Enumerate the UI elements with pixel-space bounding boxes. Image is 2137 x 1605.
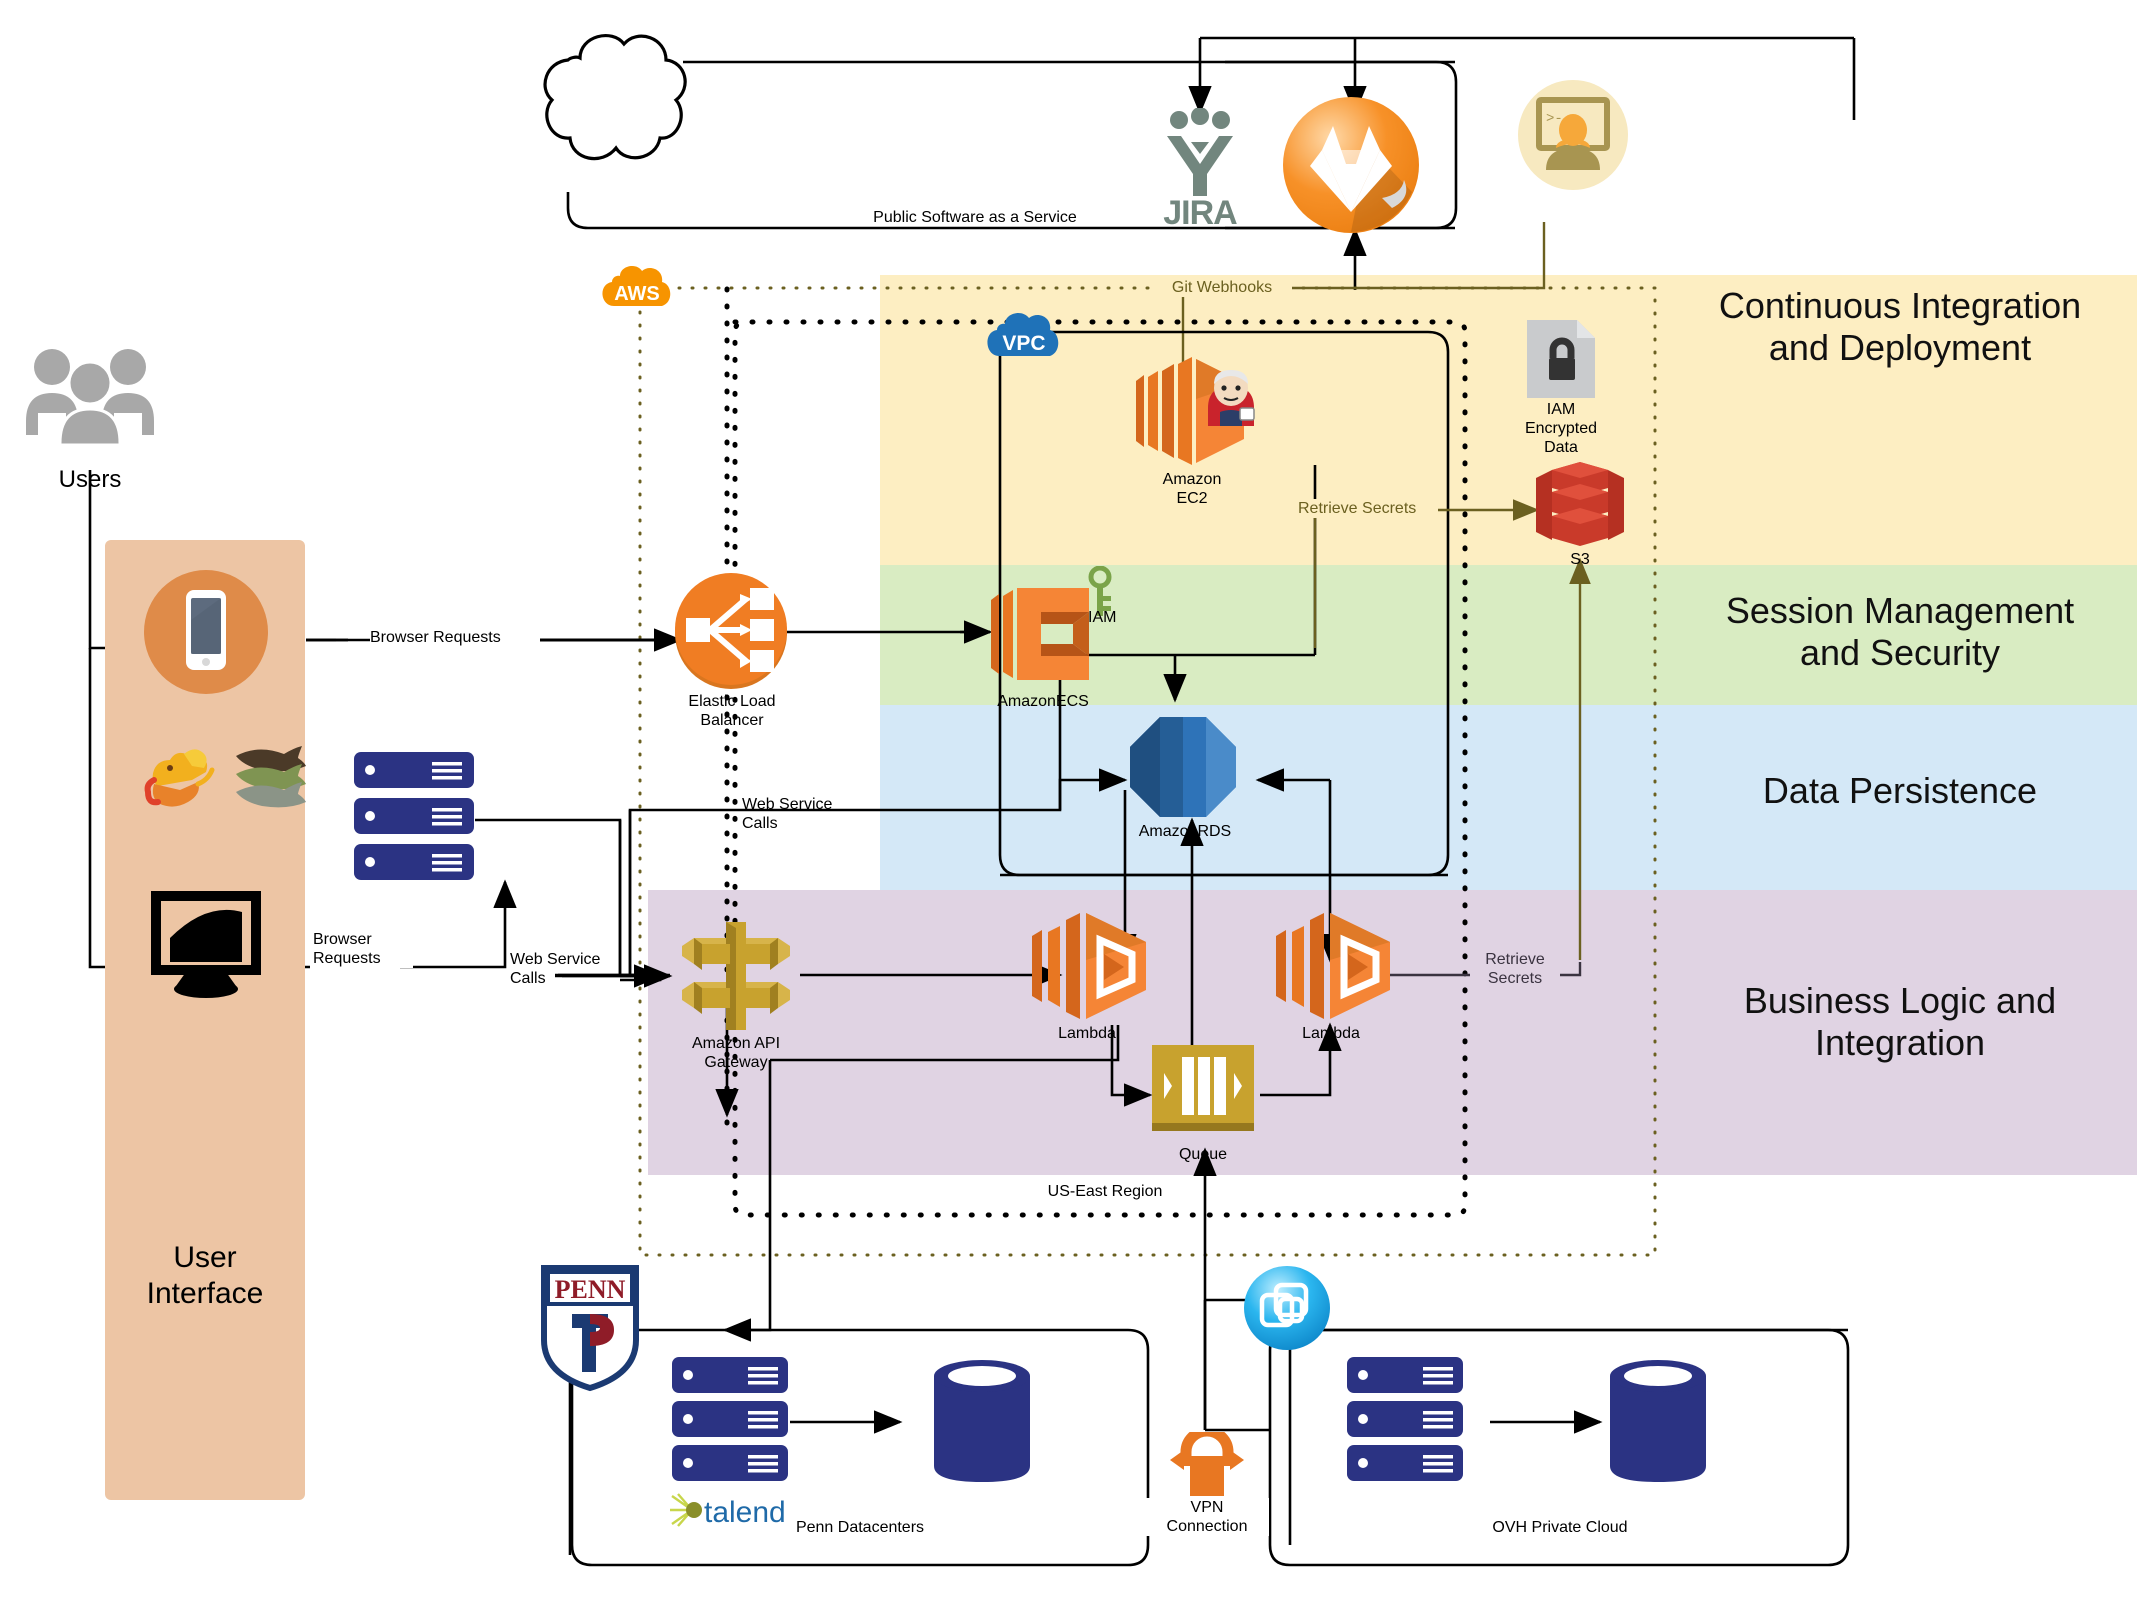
aws-badge-icon: AWS <box>598 262 676 320</box>
cloud-outline-icon <box>543 34 687 161</box>
jira-label: JIRA <box>1163 194 1237 232</box>
penn-datacenters-label: Penn Datacenters <box>795 1519 925 1536</box>
us-east-region-label: US-East Region <box>1047 1183 1163 1200</box>
mobile-device-icon <box>142 568 270 696</box>
svg-text:PENN: PENN <box>555 1275 626 1304</box>
queue-label: Queue <box>1178 1146 1228 1163</box>
br2-line1: Browser <box>313 931 372 948</box>
rds-label: AmazonRDS <box>1138 823 1232 840</box>
rs2-line1: Retrieve <box>1485 951 1545 968</box>
user-interface-label: User Interface <box>105 1240 305 1312</box>
jira-icon[interactable]: JIRA <box>1145 108 1255 232</box>
lock-document-icon <box>1525 318 1597 400</box>
vpn-label: VPN Connection <box>1145 1498 1269 1537</box>
ec2-label: Amazon EC2 <box>1122 470 1262 508</box>
elb-label-line2: Balancer <box>700 712 764 730</box>
ied-line3: Data <box>1544 439 1578 457</box>
edge-label-web-service-calls-2: Web Service Calls <box>510 950 630 988</box>
vpn-line1: VPN <box>1190 1499 1224 1516</box>
ec2-label-line2: EC2 <box>1176 490 1208 508</box>
svg-text:VPC: VPC <box>1002 332 1045 355</box>
vpc-badge-icon: VPC <box>982 308 1064 370</box>
amazon-ecs-icon <box>985 578 1097 690</box>
elb-label-line1: Elastic Load <box>688 693 776 710</box>
ied-line1: IAM <box>1546 401 1576 418</box>
amazon-s3-icon <box>1534 460 1626 550</box>
desktop-monitor-icon <box>140 890 272 1002</box>
s3-label: S3 <box>1570 551 1590 568</box>
gitlab-icon[interactable] <box>1280 94 1422 236</box>
rs2-line2: Secrets <box>1487 970 1543 988</box>
jenkins-icon <box>1200 368 1262 430</box>
apigw-line2: Gateway <box>704 1054 768 1072</box>
ui-label-line2: Interface <box>146 1277 264 1310</box>
api-gateway-label: Amazon API Gateway <box>660 1034 812 1072</box>
grails-griffin-icon <box>140 740 220 812</box>
connector-layer <box>88 36 1856 1567</box>
users-group-icon <box>20 345 160 445</box>
penn-shield-icon: PENN <box>538 1262 642 1392</box>
developer-terminal-icon: >- <box>1516 78 1630 192</box>
amazon-rds-icon <box>1128 715 1238 819</box>
vpn-lock-icon <box>1168 1432 1246 1502</box>
iam-encrypted-data-label: IAM Encrypted Data <box>1505 400 1617 458</box>
vpn-line2: Connection <box>1166 1518 1248 1536</box>
vmware-icon[interactable] <box>1242 1263 1332 1353</box>
ec2-label-line1: Amazon <box>1162 471 1222 488</box>
amazon-api-gateway-icon <box>672 920 800 1032</box>
wsc1-line2: Calls <box>742 815 778 833</box>
lambda2-label: Lambda <box>1302 1025 1360 1042</box>
edge-label-web-service-calls-1: Web Service Calls <box>742 795 862 833</box>
aws-lambda-icon-1 <box>1028 910 1150 1022</box>
server-rack-icon <box>350 750 478 885</box>
apigw-line1: Amazon API <box>691 1035 781 1052</box>
edge-label-browser-requests-1: Browser Requests <box>370 628 540 648</box>
wsc2-line1: Web Service <box>510 951 601 968</box>
saas-region-label: Public Software as a Service <box>873 209 1077 226</box>
ied-line2: Encrypted <box>1524 420 1598 438</box>
edge-label-retrieve-secrets-2: Retrieve Secrets <box>1470 950 1560 989</box>
aws-label: AWS <box>614 283 660 305</box>
edge-label-git-webhooks: Git Webhooks <box>1152 278 1292 298</box>
edge-label-retrieve-secrets-1: Retrieve Secrets <box>1298 499 1438 519</box>
users-label: Users <box>58 466 122 493</box>
elastic-load-balancer-icon <box>672 572 790 690</box>
ui-label-line1: User <box>173 1241 237 1274</box>
fish-stack-icon <box>228 744 314 810</box>
wsc2-line2: Calls <box>510 970 546 988</box>
penn-server-rack-icon <box>670 1355 790 1487</box>
edge-label-browser-requests-2: Browser Requests <box>313 930 413 969</box>
elb-label: Elastic Load Balancer <box>662 692 802 730</box>
queue-icon <box>1150 1043 1256 1143</box>
ecs-label: AmazonECS <box>997 693 1089 710</box>
ovh-private-cloud-label: OVH Private Cloud <box>1492 1519 1628 1536</box>
aws-lambda-icon-2 <box>1272 910 1394 1022</box>
penn-database-cylinder-icon <box>932 1358 1032 1484</box>
lambda1-label: Lambda <box>1058 1025 1116 1042</box>
wsc1-line1: Web Service <box>742 796 833 813</box>
iam-key-label: IAM <box>1088 609 1117 626</box>
ovh-server-rack-icon <box>1345 1355 1465 1487</box>
br2-line2: Requests <box>313 950 381 968</box>
architecture-diagram: Continuous Integration and Deployment Se… <box>0 0 2137 1605</box>
ovh-database-cylinder-icon <box>1608 1358 1708 1484</box>
